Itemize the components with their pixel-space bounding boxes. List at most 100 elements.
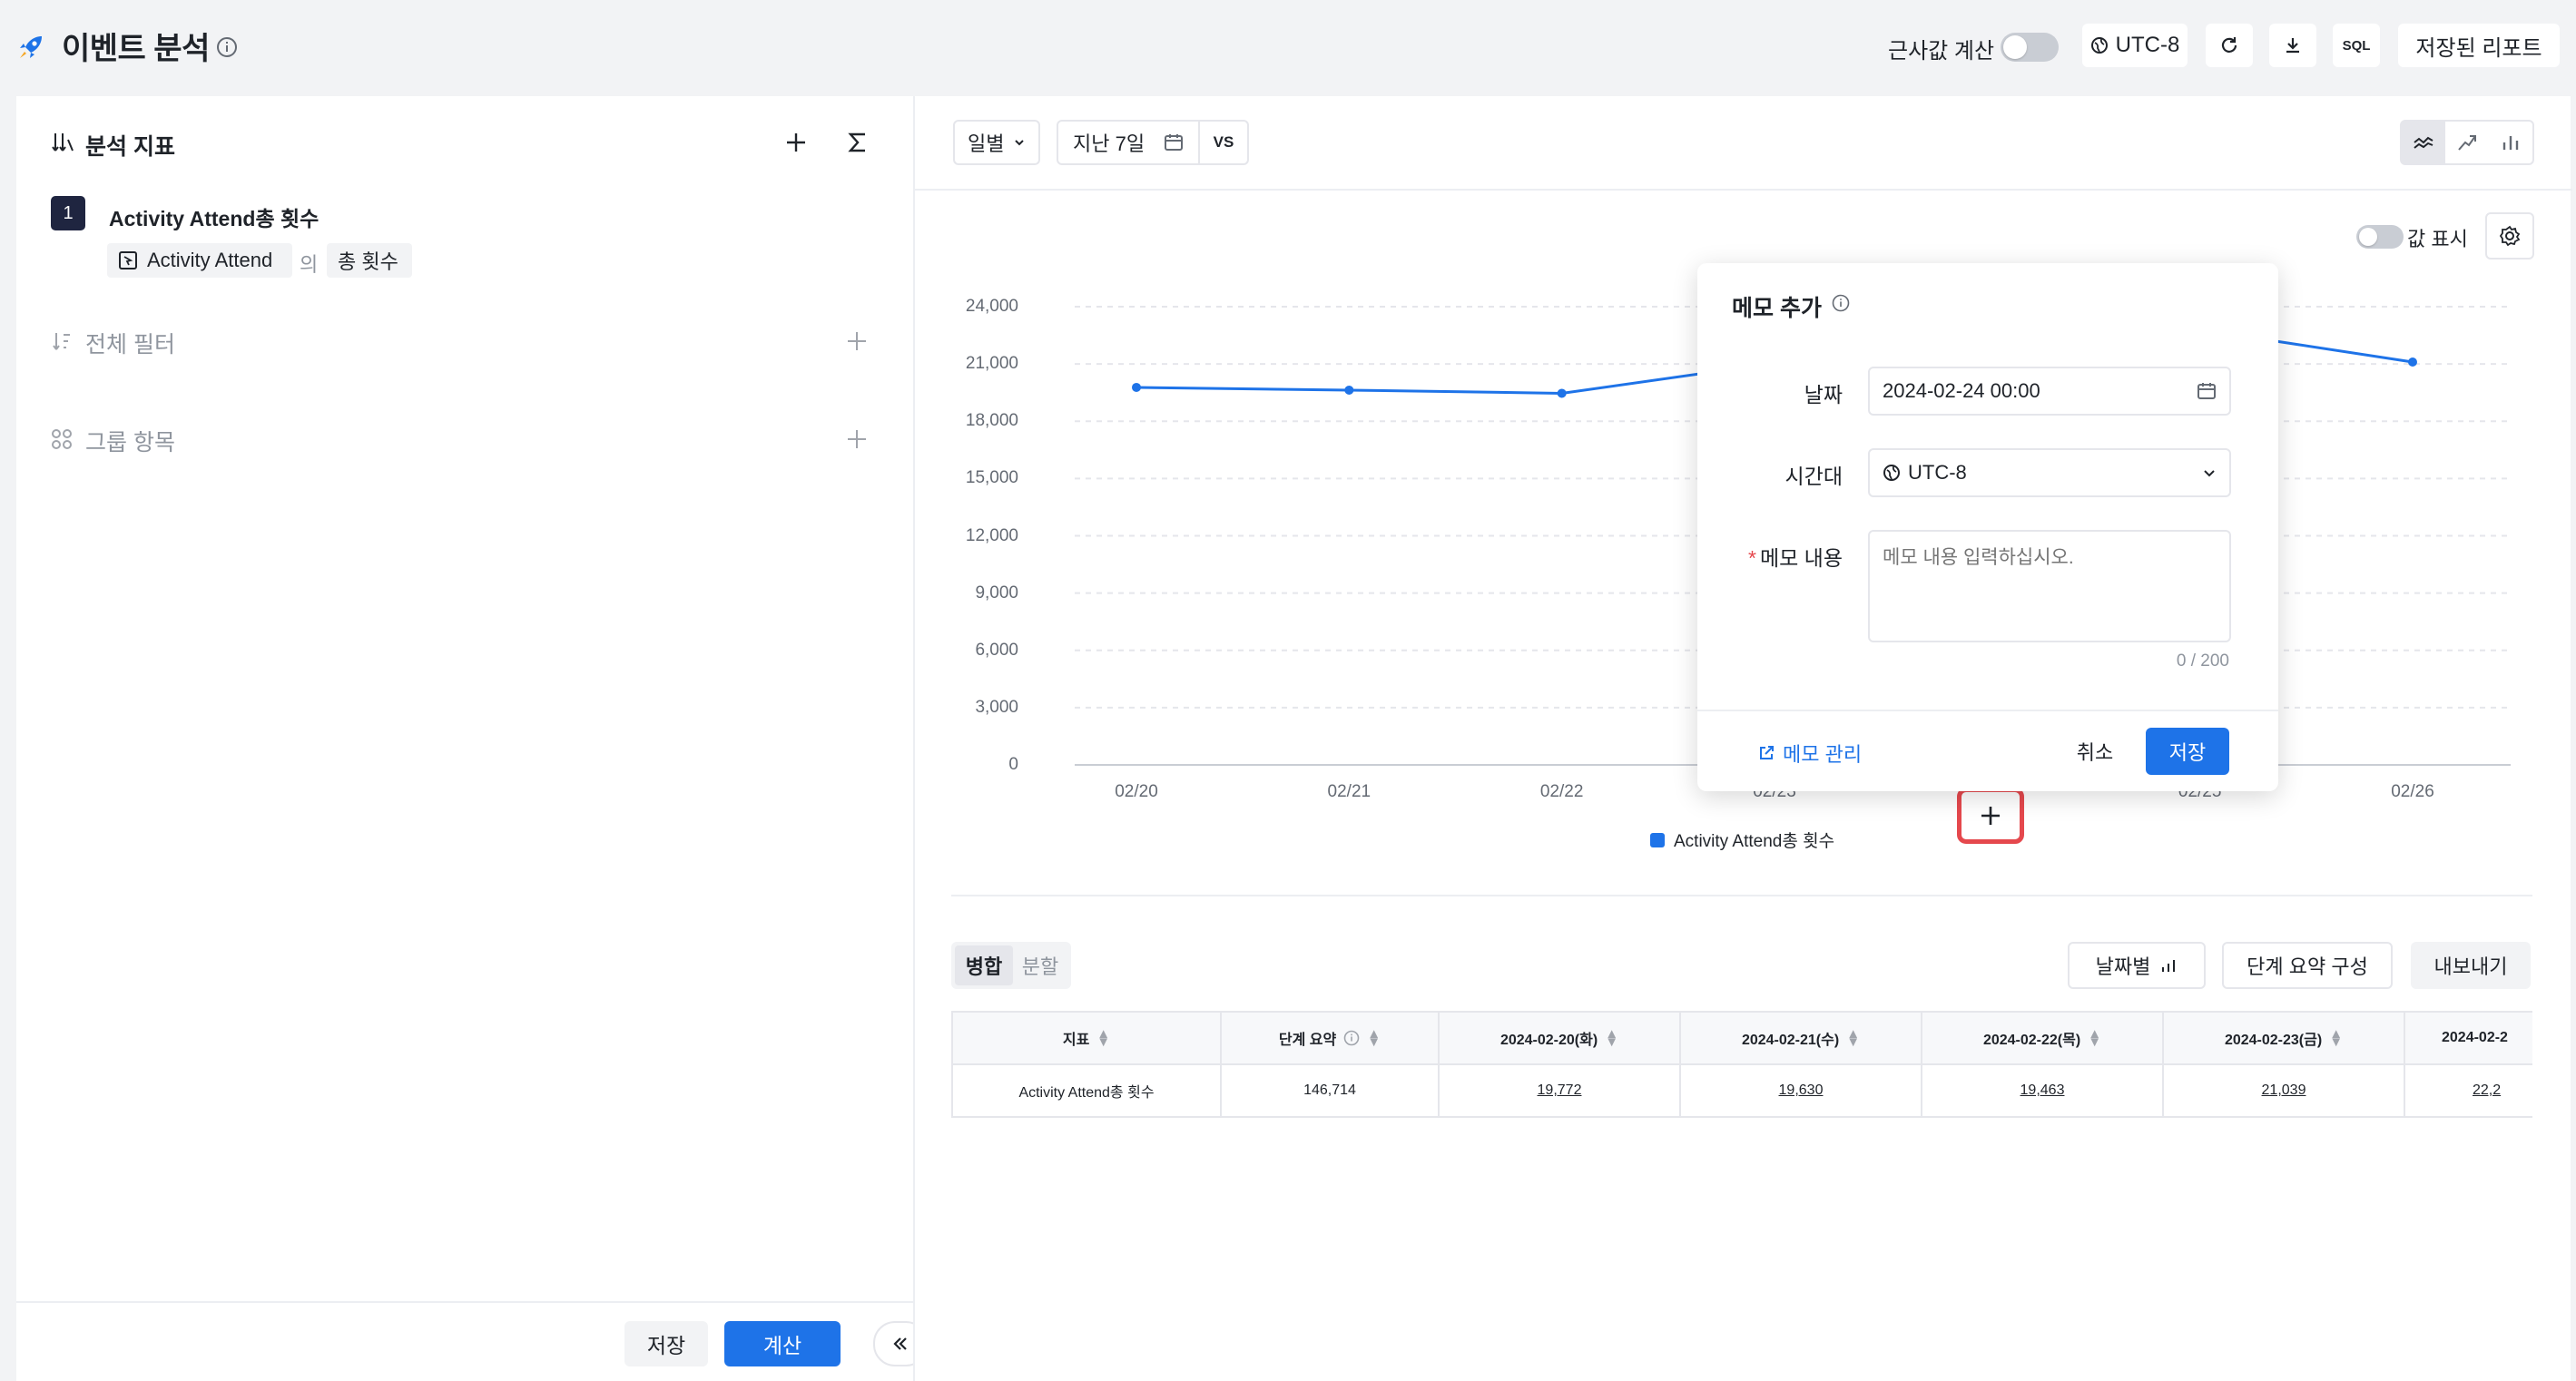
legend-series-name: Activity Attend총 횟수 (1674, 832, 1835, 851)
event-chip-label: Activity Attend (147, 249, 273, 271)
table-cell-date-5[interactable]: 22,2 (2404, 1063, 2532, 1118)
save-button[interactable]: 저장 (624, 1321, 708, 1366)
memo-counter: 0 / 200 (2176, 651, 2229, 671)
compare-vs-button[interactable]: VS (1198, 120, 1249, 165)
gear-icon (2499, 225, 2521, 247)
y-tick-label: 24,000 (965, 297, 1018, 316)
calendar-icon (2197, 381, 2217, 401)
aggregation-label: 총 횟수 (338, 250, 398, 273)
table-cell-date-2[interactable]: 19,630 (1679, 1063, 1922, 1118)
date-range-select[interactable]: 지난 7일 (1057, 120, 1200, 165)
step-summary-config-button[interactable]: 단계 요약 구성 (2222, 942, 2393, 989)
y-tick-label: 15,000 (965, 468, 1018, 488)
add-group-icon[interactable] (846, 428, 868, 450)
approx-toggle[interactable] (2001, 33, 2059, 62)
cell-date-2-value[interactable]: 19,630 (1779, 1082, 1824, 1099)
cancel-button[interactable]: 취소 (2060, 728, 2129, 775)
saved-reports-button[interactable]: 저장된 리포트 (2398, 24, 2560, 67)
by-date-button[interactable]: 날짜별 (2068, 942, 2206, 989)
th-metric[interactable]: 지표 ▲ ▼ (951, 1011, 1222, 1065)
cell-summary-value: 146,714 (1303, 1082, 1356, 1098)
memo-textarea[interactable] (1868, 530, 2231, 642)
tab-split-label: 분할 (1021, 955, 1059, 978)
data-point[interactable] (1557, 388, 1567, 398)
th-date-4[interactable]: 2024-02-23(금) ▲ ▼ (2162, 1011, 2405, 1065)
approx-label: 근사값 계산 (1888, 39, 1995, 64)
event-chip[interactable]: Activity Attend (107, 243, 292, 278)
memo-save-label: 저장 (2168, 741, 2207, 764)
table-cell-date-4[interactable]: 21,039 (2162, 1063, 2405, 1118)
cell-metric-name: Activity Attend총 횟수 (1018, 1085, 1155, 1101)
memo-save-button[interactable]: 저장 (2146, 728, 2229, 775)
external-link-icon (1757, 744, 1775, 762)
metric-index-badge: 1 (51, 196, 85, 230)
th-date-3[interactable]: 2024-02-22(목) ▲ ▼ (1921, 1011, 2164, 1065)
th-date-2-label: 2024-02-21(수) (1741, 1033, 1840, 1048)
step-summary-config-label: 단계 요약 구성 (2247, 955, 2368, 978)
tab-split[interactable]: 분할 (1013, 945, 1067, 985)
sql-button[interactable]: SQL (2333, 24, 2380, 67)
dialog-footer-divider (1697, 710, 2278, 711)
data-point[interactable] (1344, 385, 1354, 395)
sort-icon: ▲ ▼ (1096, 1026, 1111, 1050)
cell-date-1-value[interactable]: 19,772 (1538, 1082, 1582, 1099)
show-values-toggle[interactable] (2356, 225, 2404, 249)
sigma-icon[interactable] (846, 131, 870, 154)
data-point[interactable] (1132, 382, 1141, 392)
date-input[interactable]: 2024-02-24 00:00 (1868, 367, 2231, 416)
table-cell-date-3[interactable]: 19,463 (1921, 1063, 2164, 1118)
timezone-select[interactable]: UTC-8 (1868, 448, 2231, 497)
th-date-5[interactable]: 2024-02-2 (2404, 1011, 2532, 1065)
cell-date-4-value[interactable]: 21,039 (2262, 1082, 2306, 1099)
rocket-icon (16, 33, 45, 62)
memo-label: 메모 내용 (1759, 546, 1843, 570)
chart-type-line-button[interactable] (2402, 122, 2445, 163)
download-button[interactable] (2269, 24, 2316, 67)
th-step-summary-label: 단계 요약 (1278, 1033, 1337, 1048)
export-label: 내보내기 (2433, 955, 2508, 978)
table-cell-date-1[interactable]: 19,772 (1438, 1063, 1681, 1118)
add-memo-button[interactable] (1957, 788, 2024, 844)
add-memo-dialog: 메모 추가 날짜 2024-02-24 00:00 시간대 UTC-8 * 메모 … (1697, 263, 2278, 791)
table-cell-metric: Activity Attend총 횟수 (951, 1063, 1222, 1118)
manage-memos-link[interactable]: 메모 관리 (1757, 739, 1862, 768)
chart-type-area-button[interactable] (2445, 122, 2489, 163)
saved-reports-label: 저장된 리포트 (2415, 35, 2542, 61)
page-title: 이벤트 분석 (62, 32, 210, 66)
chart-type-bar-button[interactable] (2489, 122, 2532, 163)
metrics-title: 분석 지표 (85, 134, 175, 160)
refresh-icon (2218, 34, 2240, 56)
aggregation-chip[interactable]: 총 횟수 (327, 243, 412, 278)
calculate-button-label: 계산 (762, 1334, 802, 1357)
add-metric-icon[interactable] (784, 131, 808, 154)
th-step-summary[interactable]: 단계 요약 ▲ ▼ (1220, 1011, 1440, 1065)
timezone-label: UTC-8 (2115, 33, 2180, 57)
metric-name[interactable]: Activity Attend총 횟수 (109, 201, 319, 232)
cell-date-5-value[interactable]: 22,2 (2473, 1082, 2501, 1099)
data-point[interactable] (2408, 357, 2417, 367)
calculate-button[interactable]: 계산 (724, 1321, 841, 1366)
trend-icon (2456, 132, 2478, 153)
th-date-2[interactable]: 2024-02-21(수) ▲ ▼ (1679, 1011, 1922, 1065)
info-icon[interactable] (1832, 294, 1850, 312)
cell-date-3-value[interactable]: 19,463 (2020, 1082, 2065, 1099)
y-tick-label: 12,000 (965, 525, 1018, 545)
th-date-1[interactable]: 2024-02-20(화) ▲ ▼ (1438, 1011, 1681, 1065)
date-label: 날짜 (1804, 383, 1843, 406)
refresh-button[interactable] (2206, 24, 2253, 67)
chart-settings-button[interactable] (2485, 212, 2534, 260)
x-tick-label: 02/26 (2391, 782, 2434, 801)
info-icon[interactable] (216, 36, 238, 58)
dialog-title: 메모 추가 (1732, 296, 1822, 321)
granularity-select[interactable]: 일별 (953, 120, 1040, 165)
export-button[interactable]: 내보내기 (2411, 942, 2531, 989)
of-label: 의 (300, 253, 319, 276)
add-filter-icon[interactable] (846, 330, 868, 352)
timezone-button[interactable]: UTC-8 (2082, 24, 2188, 67)
toolbar-divider (915, 189, 2572, 191)
tab-merge[interactable]: 병합 (955, 945, 1013, 985)
chart-legend[interactable]: Activity Attend총 횟수 (1650, 828, 1834, 852)
show-values-label: 값 표시 (2407, 228, 2468, 250)
globe-icon (1883, 464, 1901, 482)
required-mark: * (1748, 546, 1756, 570)
